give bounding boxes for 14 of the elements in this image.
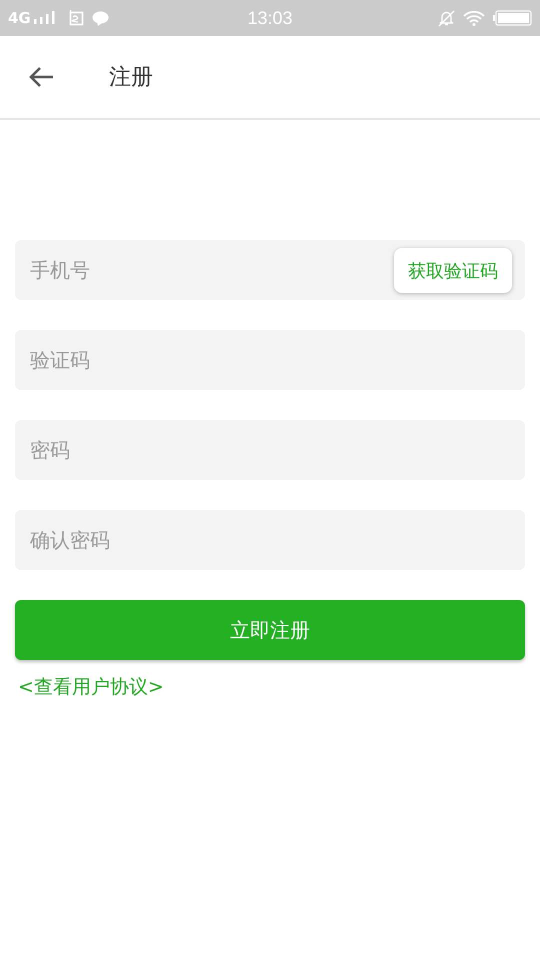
battery-icon [493, 10, 532, 26]
sim-icon [68, 10, 84, 26]
page-title: 注册 [109, 64, 153, 92]
input-field[interactable]: 密码 [15, 420, 525, 480]
chat-bubble-icon [92, 10, 109, 26]
muted-bell-icon [438, 10, 455, 26]
user-agreement-link[interactable]: <查看用户协议> [18, 674, 164, 700]
input-field[interactable]: 验证码 [15, 330, 525, 390]
get-code-button[interactable]: 获取验证码 [394, 248, 512, 293]
wifi-icon [463, 10, 485, 26]
signal-icon [32, 11, 55, 25]
back-button[interactable] [28, 65, 56, 89]
input-field[interactable]: 确认密码 [15, 510, 525, 570]
register-button[interactable]: 立即注册 [15, 600, 525, 660]
